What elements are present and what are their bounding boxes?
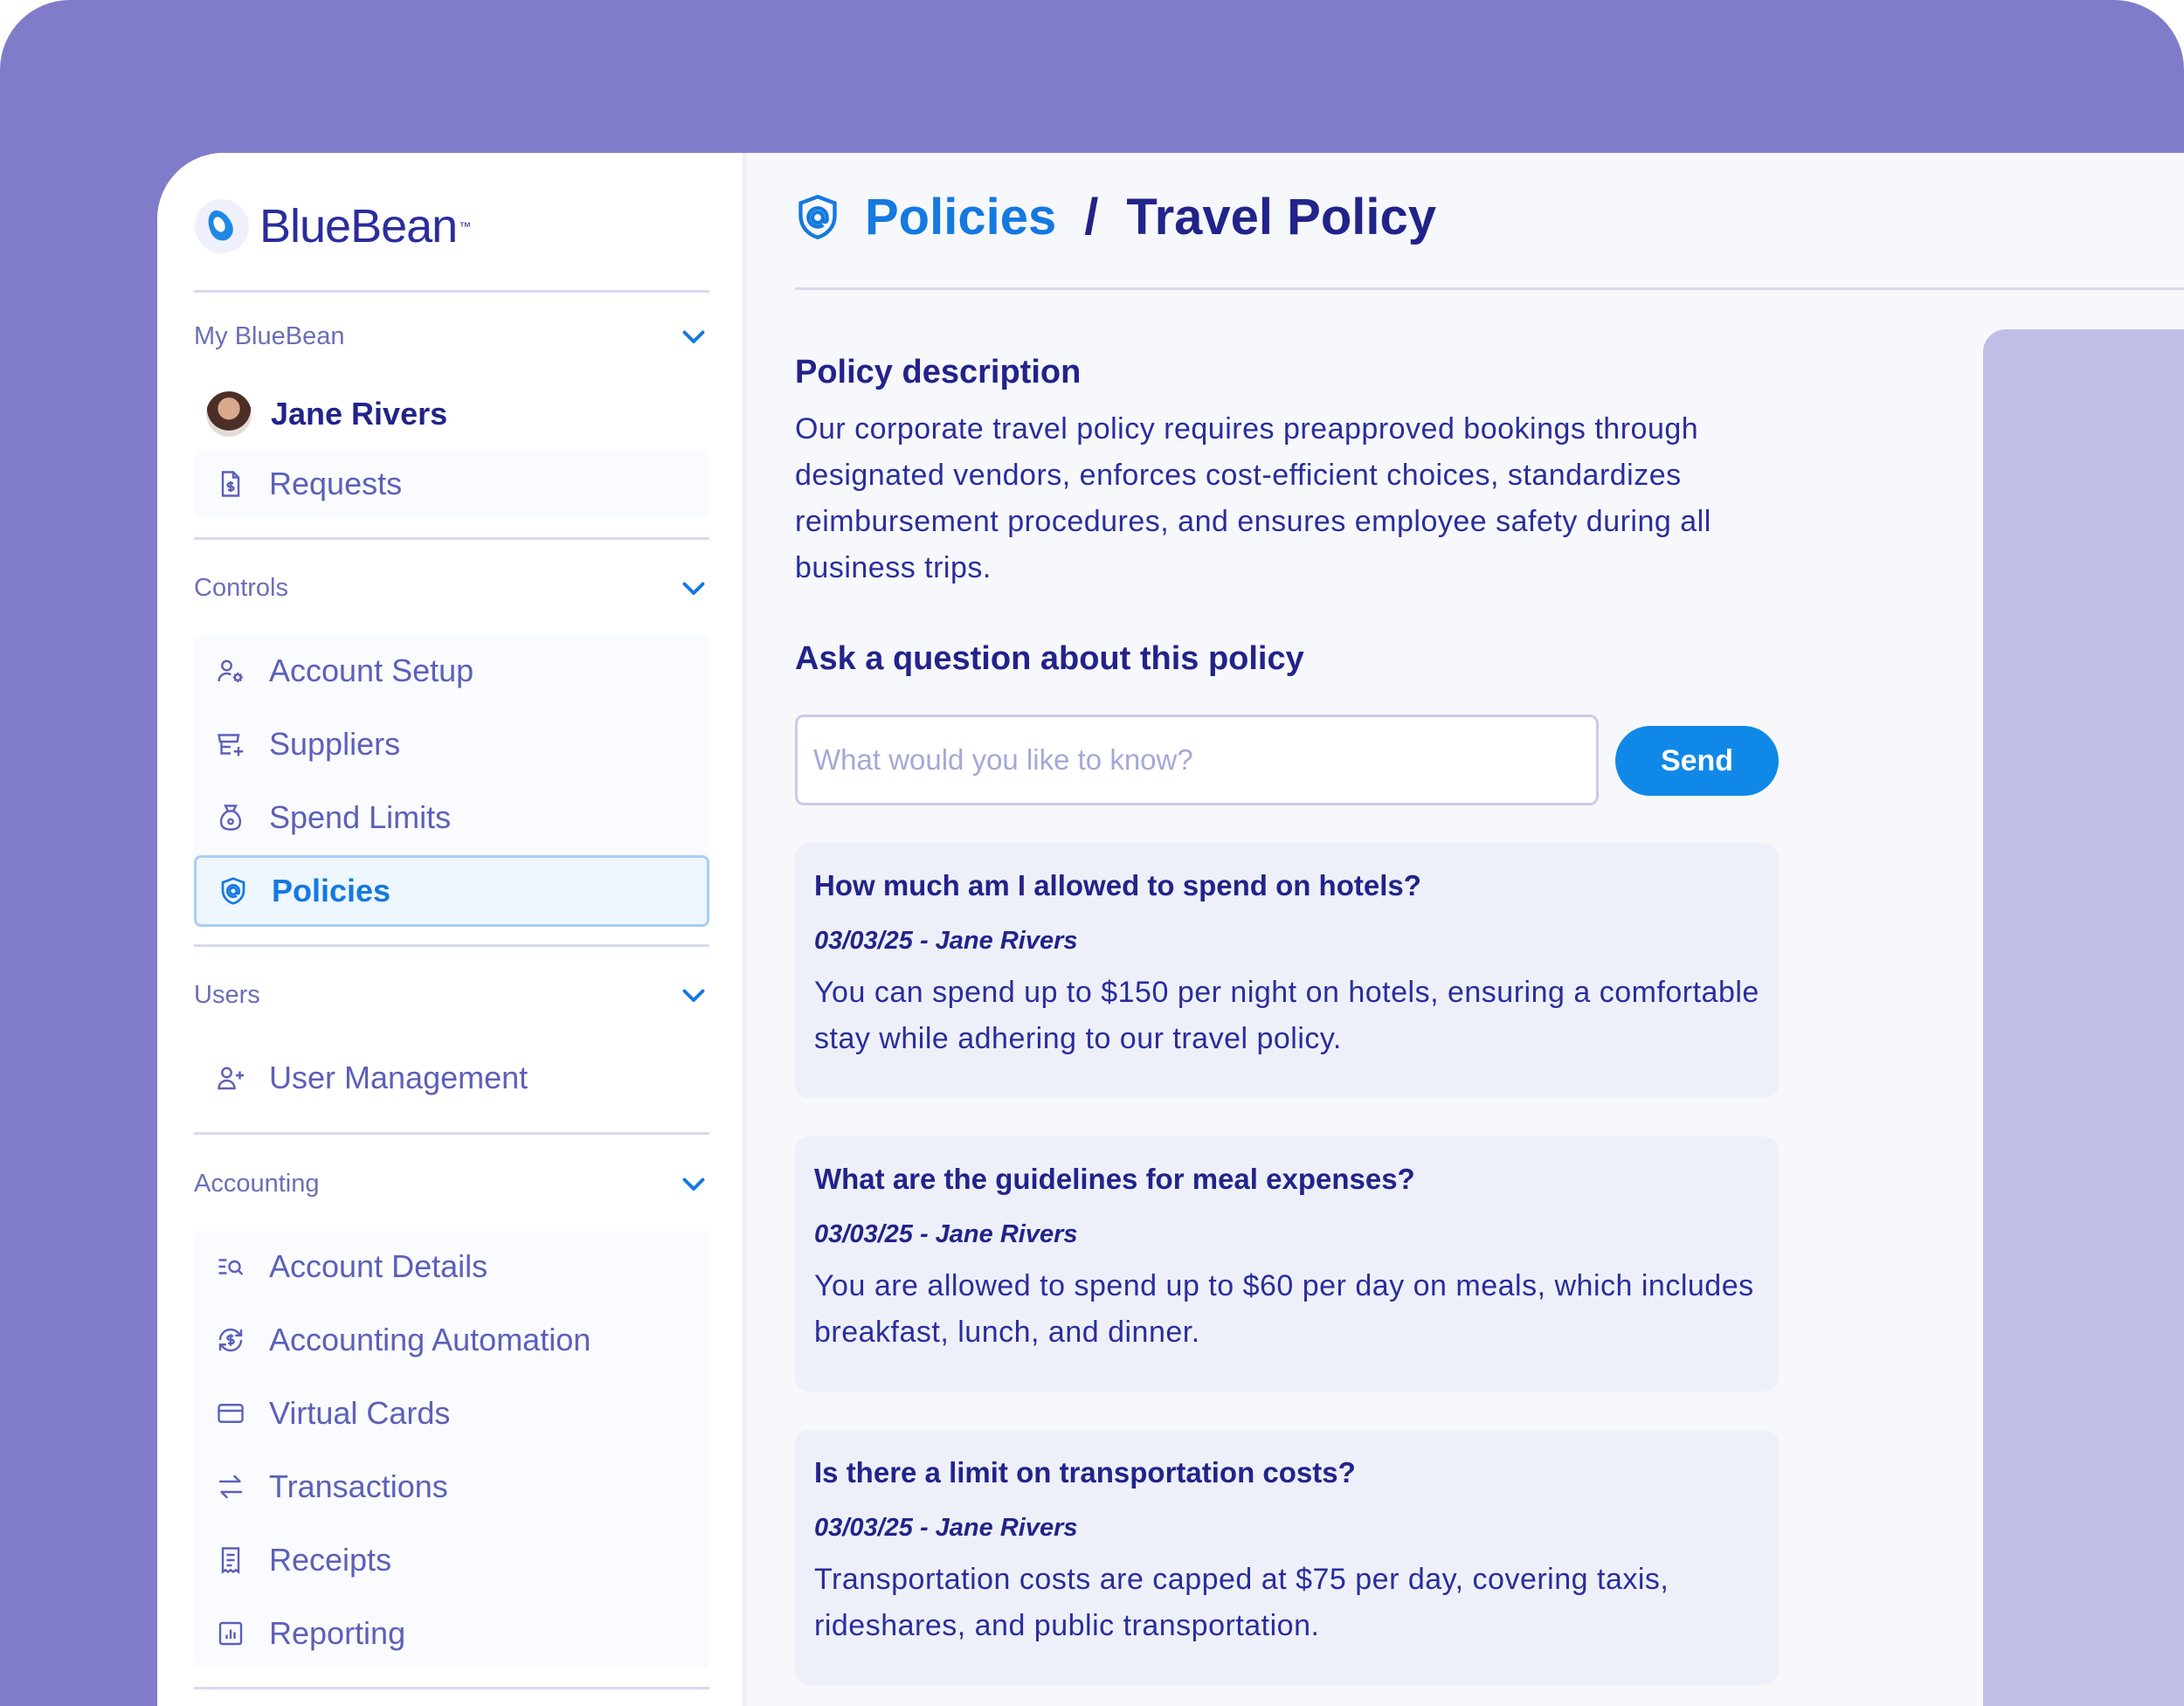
credit-card-icon [213, 1396, 248, 1431]
qa-card: What are the guidelines for meal expense… [795, 1136, 1779, 1392]
sidebar-item-reporting[interactable]: Reporting [194, 1598, 709, 1669]
brand-name: BlueBean [259, 200, 458, 252]
chevron-down-icon[interactable] [678, 1168, 709, 1199]
sidebar-item-user-management[interactable]: User Management [194, 1042, 709, 1114]
sidebar-item-label: Receipts [269, 1542, 392, 1578]
qa-meta: 03/03/25 - Jane Rivers [814, 927, 1078, 955]
sidebar-item-label: Transactions [269, 1468, 448, 1504]
sidebar-item-label: Requests [269, 466, 403, 501]
qa-meta: 03/03/25 - Jane Rivers [814, 1514, 1078, 1542]
ask-question-title: Ask a question about this policy [795, 640, 1304, 677]
sidebar-item-label: Accounting Automation [269, 1322, 591, 1357]
qa-meta: 03/03/25 - Jane Rivers [814, 1220, 1078, 1248]
sidebar-item-requests[interactable]: Requests [194, 448, 709, 520]
sidebar-item-label: Account Details [269, 1248, 488, 1284]
sidebar-item-label: Reporting [269, 1615, 406, 1651]
section-title: Accounting [194, 1169, 320, 1198]
sidebar-item-transactions[interactable]: Transactions [194, 1451, 709, 1523]
section-title: Users [194, 980, 260, 1009]
store-plus-icon [213, 727, 248, 762]
policy-description: Our corporate travel policy requires pre… [795, 412, 1711, 584]
shield-at-icon [216, 874, 251, 908]
sidebar: BlueBean ™ My BlueBean Jane Rivers Reque… [157, 153, 746, 1706]
policy-document-preview[interactable] [1983, 329, 2184, 1706]
section-title: My BlueBean [194, 321, 345, 350]
breadcrumb: Policies / Travel Policy [795, 188, 1436, 246]
section-users[interactable]: Users [194, 979, 709, 1011]
arrows-exchange-icon [213, 1469, 248, 1504]
send-button[interactable]: Send [1615, 726, 1779, 796]
money-bag-icon [213, 800, 248, 835]
sidebar-item-label: Virtual Cards [269, 1395, 451, 1431]
sidebar-item-label: User Management [269, 1060, 529, 1095]
qa-question: Is there a limit on transportation costs… [814, 1456, 1356, 1488]
chevron-down-icon[interactable] [678, 572, 709, 604]
question-input[interactable] [795, 715, 1599, 805]
user-name: Jane Rivers [271, 396, 448, 432]
chevron-down-icon[interactable] [678, 979, 709, 1011]
sidebar-item-label: Spend Limits [269, 799, 452, 835]
sidebar-item-receipts[interactable]: Receipts [194, 1524, 709, 1596]
sidebar-item-label: Policies [272, 873, 391, 908]
user-gear-icon [213, 653, 248, 688]
qa-answer: Transportation costs are capped at $75 p… [814, 1563, 1669, 1642]
divider [194, 1132, 709, 1135]
qa-card: Is there a limit on transportation costs… [795, 1430, 1779, 1685]
sidebar-item-virtual-cards[interactable]: Virtual Cards [194, 1378, 709, 1449]
bluebean-logo-icon [195, 199, 249, 253]
main-content: Policies / Travel Policy Policy descript… [746, 153, 2184, 1706]
sidebar-item-label: Suppliers [269, 726, 401, 762]
logo[interactable]: BlueBean ™ [195, 199, 471, 253]
shield-at-icon [798, 194, 837, 239]
chevron-down-icon[interactable] [678, 321, 709, 352]
app-window: BlueBean ™ My BlueBean Jane Rivers Reque… [157, 153, 2184, 1706]
section-controls[interactable]: Controls [194, 572, 709, 604]
page-title: Travel Policy [1126, 189, 1437, 245]
sidebar-item-account-setup[interactable]: Account Setup [194, 635, 709, 707]
user-plus-icon [213, 1060, 248, 1095]
section-my-bluebean[interactable]: My BlueBean [194, 321, 709, 352]
divider [194, 944, 709, 947]
sidebar-item-policies[interactable]: Policies [194, 855, 709, 927]
divider [194, 537, 709, 540]
list-search-icon [213, 1249, 248, 1284]
divider [795, 287, 2184, 290]
chart-report-icon [213, 1616, 248, 1651]
sidebar-item-label: Account Setup [269, 653, 474, 688]
qa-card: How much am I allowed to spend on hotels… [795, 843, 1779, 1098]
receipt-icon [213, 1543, 248, 1578]
invoice-dollar-icon [213, 466, 248, 501]
sidebar-item-suppliers[interactable]: Suppliers [194, 708, 709, 780]
sidebar-item-spend-limits[interactable]: Spend Limits [194, 782, 709, 853]
sidebar-item-account-details[interactable]: Account Details [194, 1231, 709, 1302]
qa-answer: You are allowed to spend up to $60 per d… [814, 1269, 1754, 1349]
qa-answer: You can spend up to $150 per night on ho… [814, 976, 1759, 1055]
section-accounting[interactable]: Accounting [194, 1168, 709, 1199]
dollar-cycle-icon [213, 1323, 248, 1357]
breadcrumb-policies-link[interactable]: Policies [865, 188, 1056, 246]
sidebar-item-accounting-automation[interactable]: Accounting Automation [194, 1304, 709, 1376]
qa-question: What are the guidelines for meal expense… [814, 1163, 1415, 1195]
trademark: ™ [459, 219, 472, 233]
divider [194, 1687, 709, 1689]
qa-question: How much am I allowed to spend on hotels… [814, 869, 1421, 901]
sidebar-item-user[interactable]: Jane Rivers [194, 378, 709, 450]
avatar [206, 391, 252, 437]
divider [194, 290, 709, 293]
breadcrumb-separator: / [1084, 189, 1099, 245]
policy-description-title: Policy description [795, 354, 1082, 390]
section-title: Controls [194, 573, 288, 602]
